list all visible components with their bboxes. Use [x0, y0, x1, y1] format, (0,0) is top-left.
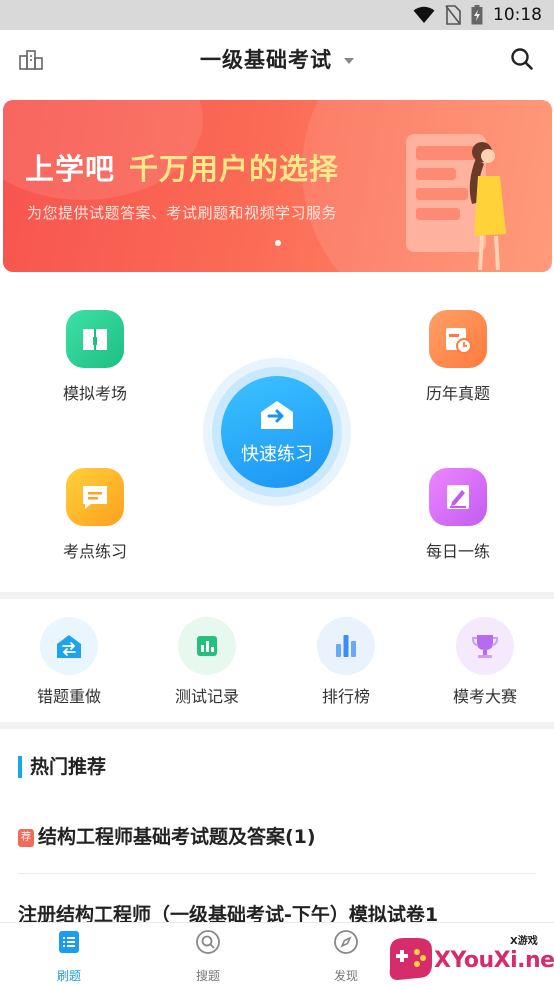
- clock: 10:18: [493, 5, 542, 25]
- quick-item-label: 模拟考场: [62, 384, 127, 403]
- banner-subtitle: 为您提供试题答案、考试刷题和视频学习服务: [27, 204, 338, 222]
- recommend-badge: 荐: [18, 829, 34, 847]
- daily-practice-entry[interactable]: 每日一练: [398, 468, 518, 562]
- mock-exam-entry[interactable]: 模拟考场: [35, 310, 155, 404]
- arrow-house-icon: [261, 401, 293, 429]
- wifi-icon: [413, 6, 435, 23]
- key-points-practice-entry[interactable]: 考点练习: [35, 468, 155, 562]
- nav-label: 搜题: [195, 969, 220, 983]
- calendar-clock-icon: [429, 310, 487, 368]
- page-title: 一级基础考试: [200, 48, 332, 72]
- bar-record-icon: [178, 617, 236, 675]
- quick-item-label: 考点练习: [62, 542, 127, 561]
- article-title: 结构工程师基础考试题及答案(1): [38, 826, 316, 848]
- book-icon: [66, 310, 124, 368]
- pencil-note-icon: [429, 468, 487, 526]
- quick-item-label: 历年真题: [425, 384, 490, 403]
- battery-charging-icon: [471, 5, 483, 25]
- past-papers-entry[interactable]: 历年真题: [398, 310, 518, 404]
- gamepad-logo-icon: [389, 938, 432, 980]
- carousel-indicator: [275, 240, 281, 246]
- tool-label: 模考大赛: [452, 687, 517, 706]
- watermark-logo: X游戏 XYouXi.net: [384, 930, 554, 986]
- tool-label: 排行榜: [321, 687, 370, 706]
- tool-label: 测试记录: [174, 687, 239, 706]
- leaderboard-entry[interactable]: 排行榜: [291, 617, 401, 707]
- search-icon[interactable]: [510, 47, 534, 71]
- top-app-bar: 一级基础考试: [0, 30, 554, 90]
- promo-banner[interactable]: 上学吧 千万用户的选择 为您提供试题答案、考试刷题和视频学习服务: [3, 100, 552, 272]
- student-illustration-icon: [406, 134, 506, 271]
- ranking-bars-icon: [317, 617, 375, 675]
- nav-label: 发现: [333, 969, 358, 983]
- section-title: 热门推荐: [18, 756, 106, 778]
- trophy-icon: [456, 617, 514, 675]
- article-item[interactable]: 荐结构工程师基础考试题及答案(1): [18, 822, 536, 849]
- nav-practice[interactable]: 刷题: [34, 929, 104, 984]
- redo-house-icon: [40, 617, 98, 675]
- tool-label: 错题重做: [36, 687, 101, 706]
- list-doc-icon: [59, 931, 79, 953]
- wrong-questions-entry[interactable]: 错题重做: [14, 617, 124, 707]
- chevron-down-icon: [344, 57, 354, 64]
- section-divider: [0, 722, 554, 729]
- nav-discover[interactable]: 发现: [311, 929, 381, 984]
- list-divider: [18, 873, 536, 874]
- exam-selector[interactable]: 一级基础考试: [0, 44, 554, 74]
- banner-headline: 上学吧 千万用户的选择: [25, 152, 340, 186]
- test-records-entry[interactable]: 测试记录: [152, 617, 262, 707]
- quick-practice-label: 快速练习: [241, 444, 313, 465]
- chat-lines-icon: [66, 468, 124, 526]
- quick-item-label: 每日一练: [425, 542, 490, 561]
- section-divider: [0, 592, 554, 599]
- quick-practice-button[interactable]: 快速练习: [203, 358, 351, 506]
- nav-label: 刷题: [56, 969, 81, 983]
- mock-contest-entry[interactable]: 模考大赛: [430, 617, 540, 707]
- compass-icon: [334, 930, 358, 954]
- no-sim-icon: [445, 5, 461, 25]
- tools-row: 错题重做 测试记录 排行榜 模考大赛: [0, 605, 554, 715]
- quick-practice-grid: 模拟考场 历年真题 考点练习 每日一练 快速练习: [0, 290, 554, 590]
- search-circle-icon: [196, 930, 220, 954]
- status-bar: 10:18: [0, 0, 554, 30]
- nav-search-questions[interactable]: 搜题: [173, 929, 243, 984]
